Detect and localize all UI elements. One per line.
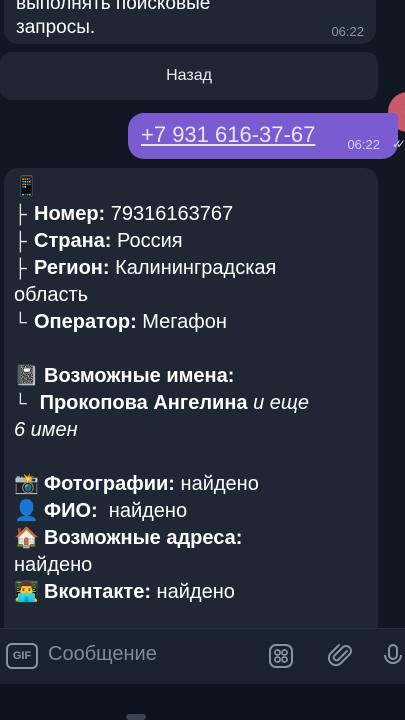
back-button[interactable]: Назад (0, 52, 378, 100)
region-continued: область (14, 284, 89, 306)
message-text: выполнять поисковые запросы. (16, 0, 211, 38)
message-time: 06:22 (347, 137, 380, 152)
fio-row: 👤 ФИО: найдено (14, 498, 369, 525)
system-nav-bar (0, 684, 405, 720)
attach-icon[interactable] (326, 641, 356, 671)
address-value: найдено (14, 554, 93, 576)
names-value-row: └ Прокопова Ангелина и еще (14, 392, 310, 414)
phone-icon: 📱 (14, 176, 39, 198)
message-input[interactable]: Сообщение (48, 643, 157, 666)
keyboard-handle-icon[interactable] (126, 714, 146, 720)
region-row: ├ Регион: Калининградская (14, 257, 277, 279)
names-title-row: 📓 Возможные имена: (14, 363, 369, 390)
info-message: 📱 ├ Номер: 79316163767 ├ Страна: Россия ├ Р… (4, 168, 378, 628)
outgoing-message: +7 931 616-37-67 06:22 ✓✓ (128, 113, 405, 159)
back-button-label: Назад (166, 67, 212, 84)
gif-button[interactable]: GIF (6, 643, 38, 669)
number-row: ├ Номер: 79316163767 (14, 203, 234, 225)
notebook-icon: 📓 (14, 365, 39, 387)
technologist-icon: 👨‍💻 (14, 581, 39, 603)
incoming-message-top: выполнять поисковые запросы. 06:22 (4, 0, 376, 44)
chat-area: выполнять поисковые запросы. 06:22 Назад… (0, 0, 405, 628)
camera-icon: 📸 (14, 473, 39, 495)
names-more-row: 6 имен (14, 419, 78, 441)
message-input-bar: GIF Сообщение (0, 628, 405, 685)
operator-row: └ Оператор: Мегафон (14, 311, 227, 333)
phone-link[interactable]: +7 931 616-37-67 (141, 122, 315, 148)
photos-row: 📸 Фотографии: найдено (14, 471, 369, 498)
read-ticks-icon: ✓✓ (391, 137, 405, 151)
address-row: 🏠 Возможные адреса: (14, 525, 369, 552)
microphone-icon[interactable] (378, 641, 405, 671)
vk-row: 👨‍💻 Вконтакте: найдено (14, 579, 369, 606)
country-row: ├ Страна: Россия (14, 230, 183, 252)
house-icon: 🏠 (14, 527, 39, 549)
message-time: 06:22 (331, 24, 364, 39)
commands-icon[interactable] (266, 641, 296, 671)
person-icon: 👤 (14, 500, 39, 522)
